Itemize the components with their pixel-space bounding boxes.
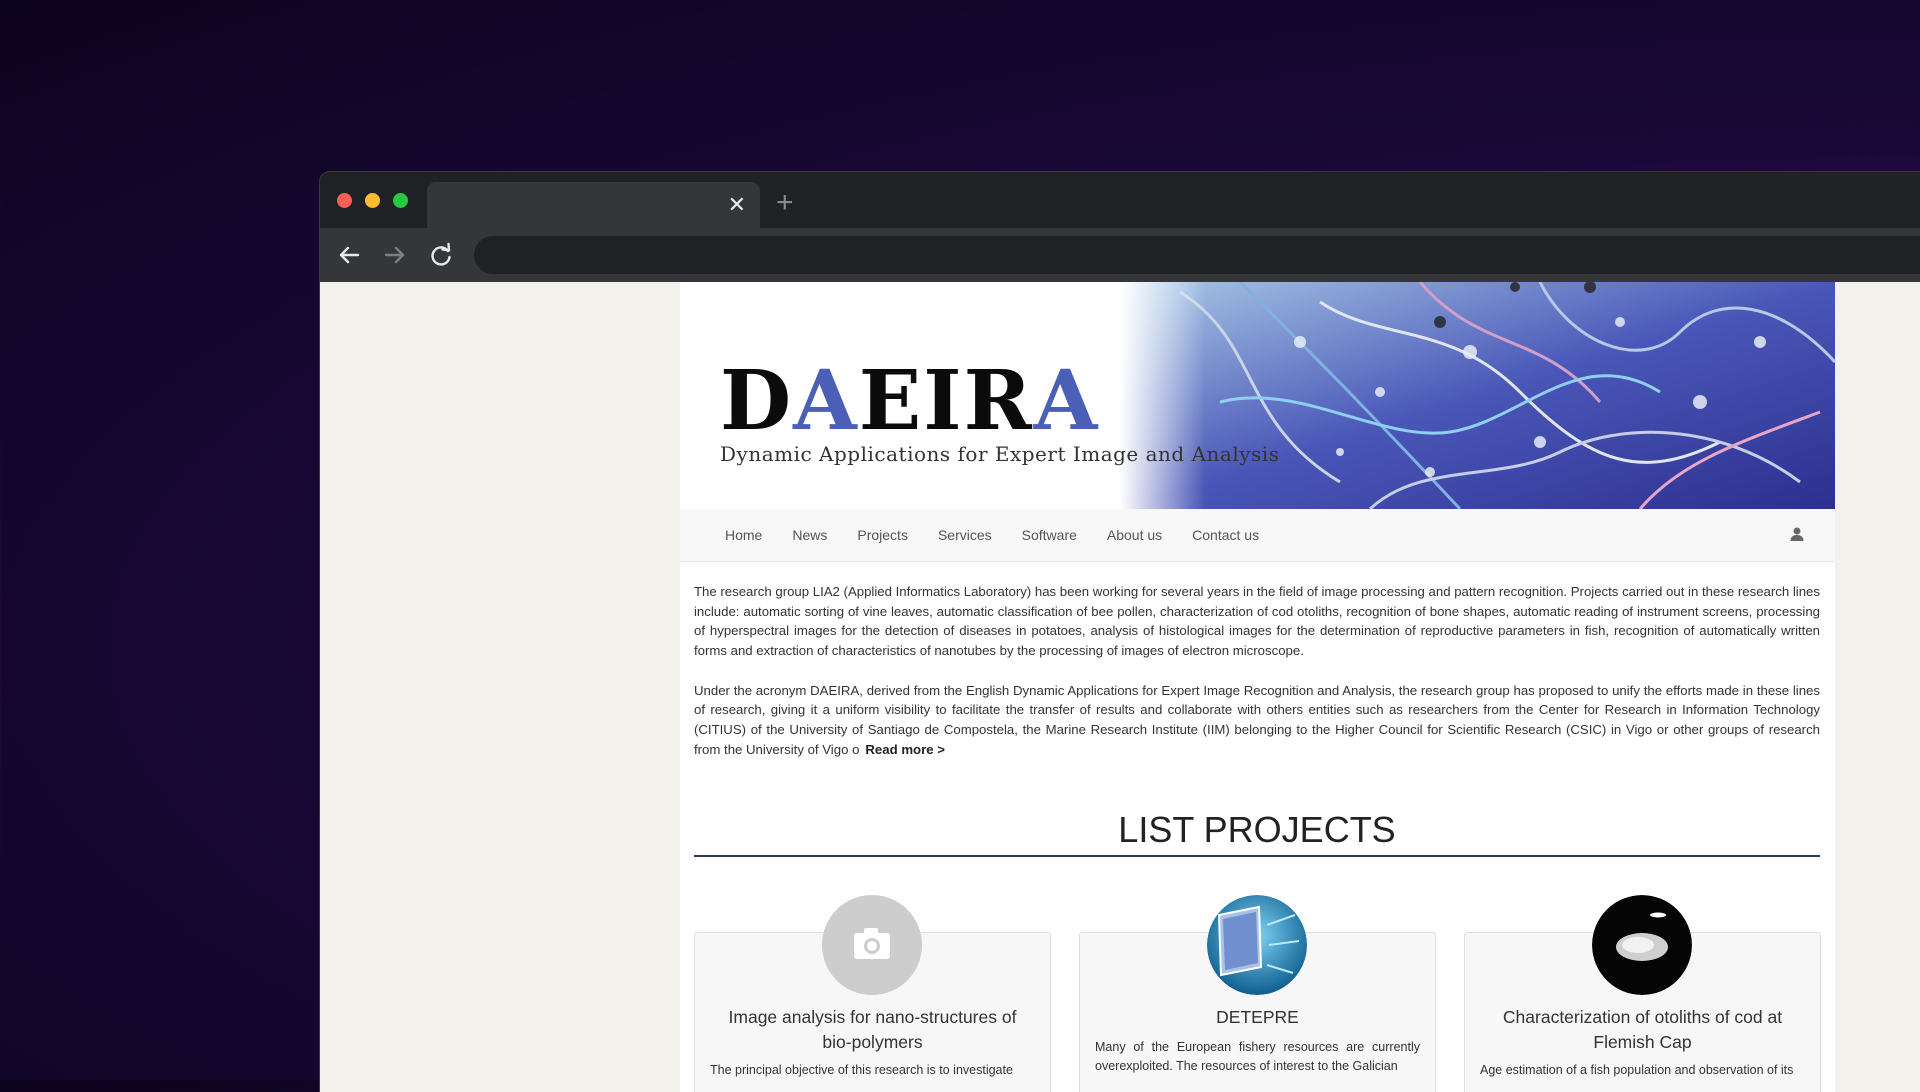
nav-item-news[interactable]: News: [792, 527, 827, 543]
intro-paragraph-2: Under the acronym DAEIRA, derived from t…: [694, 681, 1820, 760]
intro-text: The research group LIA2 (Applied Informa…: [694, 582, 1820, 779]
tab-close-icon[interactable]: ✕: [728, 191, 746, 219]
project-title[interactable]: DETEPRE: [1100, 1005, 1415, 1030]
browser-window: ✕ + DAEIRA Dynamic Applications for Expe…: [320, 172, 1920, 1092]
nav-item-about-us[interactable]: About us: [1107, 527, 1162, 543]
address-bar[interactable]: [474, 236, 1920, 274]
browser-toolbar: [320, 228, 1920, 282]
project-description: Many of the European fishery resources a…: [1095, 1040, 1420, 1073]
project-description: The principal objective of this research…: [710, 1063, 1013, 1077]
camera-placeholder-icon: [822, 895, 922, 995]
page-container: DAEIRA Dynamic Applications for Expert I…: [680, 282, 1835, 1092]
logo-letter-a2: A: [1033, 353, 1100, 449]
main-navigation: Home News Projects Services Software Abo…: [680, 509, 1835, 562]
logo-letter-d: D: [720, 353, 794, 449]
nav-item-software[interactable]: Software: [1022, 527, 1077, 543]
site-header-banner: DAEIRA Dynamic Applications for Expert I…: [680, 282, 1835, 509]
nav-item-contact-us[interactable]: Contact us: [1192, 527, 1259, 543]
reload-icon[interactable]: [426, 240, 456, 270]
browser-titlebar: ✕ +: [320, 172, 1920, 228]
underwater-screen-image: [1207, 895, 1307, 995]
project-card[interactable]: Characterization of otoliths of cod at F…: [1464, 895, 1821, 1092]
browser-tab[interactable]: ✕: [427, 182, 760, 228]
maximize-window-button[interactable]: [393, 193, 408, 208]
user-icon[interactable]: [1789, 526, 1805, 542]
minimize-window-button[interactable]: [365, 193, 380, 208]
intro-paragraph-1: The research group LIA2 (Applied Informa…: [694, 584, 1820, 659]
read-more-link[interactable]: Read more >: [865, 742, 945, 757]
logo-subtitle: Dynamic Applications for Expert Image an…: [720, 442, 1280, 466]
otolith-image: [1592, 895, 1692, 995]
page-viewport: DAEIRA Dynamic Applications for Expert I…: [320, 282, 1920, 1092]
close-window-button[interactable]: [337, 193, 352, 208]
nav-item-services[interactable]: Services: [938, 527, 992, 543]
logo-letters-eir: EIR: [858, 353, 1034, 449]
back-arrow-icon[interactable]: [334, 240, 364, 270]
project-card[interactable]: Image analysis for nano-structures of bi…: [694, 895, 1051, 1092]
project-title[interactable]: Characterization of otoliths of cod at F…: [1485, 1005, 1800, 1055]
new-tab-button[interactable]: +: [776, 188, 794, 218]
nav-item-home[interactable]: Home: [725, 527, 762, 543]
intro-paragraph-2-text: Under the acronym DAEIRA, derived from t…: [694, 682, 1820, 757]
project-title[interactable]: Image analysis for nano-structures of bi…: [715, 1005, 1030, 1055]
project-card[interactable]: DETEPRE Many of the European fishery res…: [1079, 895, 1436, 1092]
banner-artwork: [1120, 282, 1835, 509]
nav-item-projects[interactable]: Projects: [857, 527, 908, 543]
project-description: Age estimation of a fish population and …: [1480, 1063, 1794, 1077]
list-projects-heading: LIST PROJECTS: [694, 809, 1820, 857]
logo-letter-a1: A: [793, 353, 859, 449]
site-logo[interactable]: DAEIRA: [720, 360, 1099, 442]
forward-arrow-icon[interactable]: [380, 240, 410, 270]
